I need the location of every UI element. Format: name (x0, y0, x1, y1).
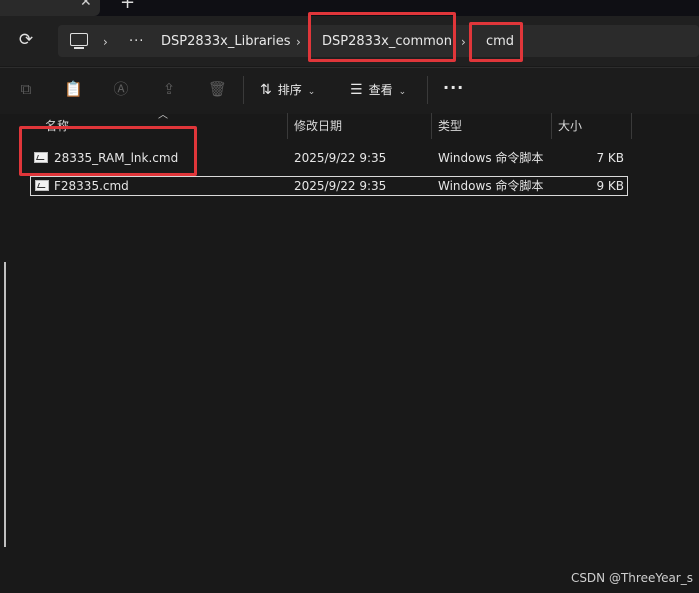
more-options-button[interactable]: ··· (443, 78, 464, 97)
navigation-pane-scrollbar[interactable] (4, 262, 6, 547)
column-divider[interactable] (287, 113, 288, 139)
column-header-modified[interactable]: 修改日期 (294, 113, 342, 139)
copy-icon[interactable]: ⧉ (17, 80, 35, 98)
toolbar-divider (243, 76, 244, 104)
file-size: 9 KB (596, 179, 624, 193)
chevron-right-icon[interactable]: › (103, 34, 108, 50)
highlight-box-common (308, 12, 456, 62)
sort-button[interactable]: ⇅ 排序 ⌄ (260, 80, 315, 100)
file-name: F28335.cmd (54, 179, 129, 193)
this-pc-icon[interactable] (70, 33, 88, 46)
toolbar-divider (427, 76, 428, 104)
rename-icon[interactable]: Ⓐ (112, 80, 130, 98)
breadcrumb-overflow[interactable]: ··· (129, 34, 144, 50)
column-divider[interactable] (631, 113, 632, 139)
column-divider[interactable] (551, 113, 552, 139)
view-label: 查看 (368, 83, 393, 97)
column-divider[interactable] (431, 113, 432, 139)
refresh-icon[interactable]: ⟳ (16, 30, 36, 50)
watermark: CSDN @ThreeYear_s (570, 571, 693, 585)
file-modified: 2025/9/22 9:35 (294, 179, 387, 193)
file-type: Windows 命令脚本 (438, 179, 544, 193)
highlight-box-cmd (469, 22, 523, 62)
view-button[interactable]: ☰ 查看 ⌄ (350, 80, 406, 100)
view-list-icon: ☰ (350, 82, 363, 98)
paste-icon[interactable]: 📋 (64, 80, 83, 98)
chevron-down-icon: ⌄ (398, 87, 407, 97)
column-header-size[interactable]: 大小 (558, 113, 582, 139)
file-size: 7 KB (596, 151, 624, 165)
chevron-down-icon: ⌄ (307, 87, 316, 97)
chevron-right-icon[interactable]: › (296, 34, 301, 50)
delete-icon[interactable]: 🗑 (208, 80, 227, 98)
file-row-selected[interactable]: F28335.cmd 2025/9/22 9:35 Windows 命令脚本 9… (30, 176, 628, 196)
sort-label: 排序 (277, 83, 302, 97)
new-tab-button[interactable]: + (120, 0, 135, 13)
chevron-right-icon[interactable]: › (461, 34, 466, 50)
sort-icon: ⇅ (260, 82, 272, 98)
column-header-type[interactable]: 类型 (438, 113, 462, 139)
file-type: Windows 命令脚本 (438, 151, 544, 165)
this-pc-icon-stand (74, 47, 84, 49)
file-modified: 2025/9/22 9:35 (294, 151, 387, 165)
sort-ascending-icon: ︿ (158, 110, 168, 121)
breadcrumb-dsp2833x-libraries[interactable]: DSP2833x_Libraries (161, 34, 291, 50)
close-tab-icon[interactable]: ✕ (80, 0, 92, 10)
share-icon[interactable]: ⇪ (160, 80, 178, 98)
highlight-box-file (19, 126, 197, 176)
cmd-file-icon (35, 180, 49, 191)
